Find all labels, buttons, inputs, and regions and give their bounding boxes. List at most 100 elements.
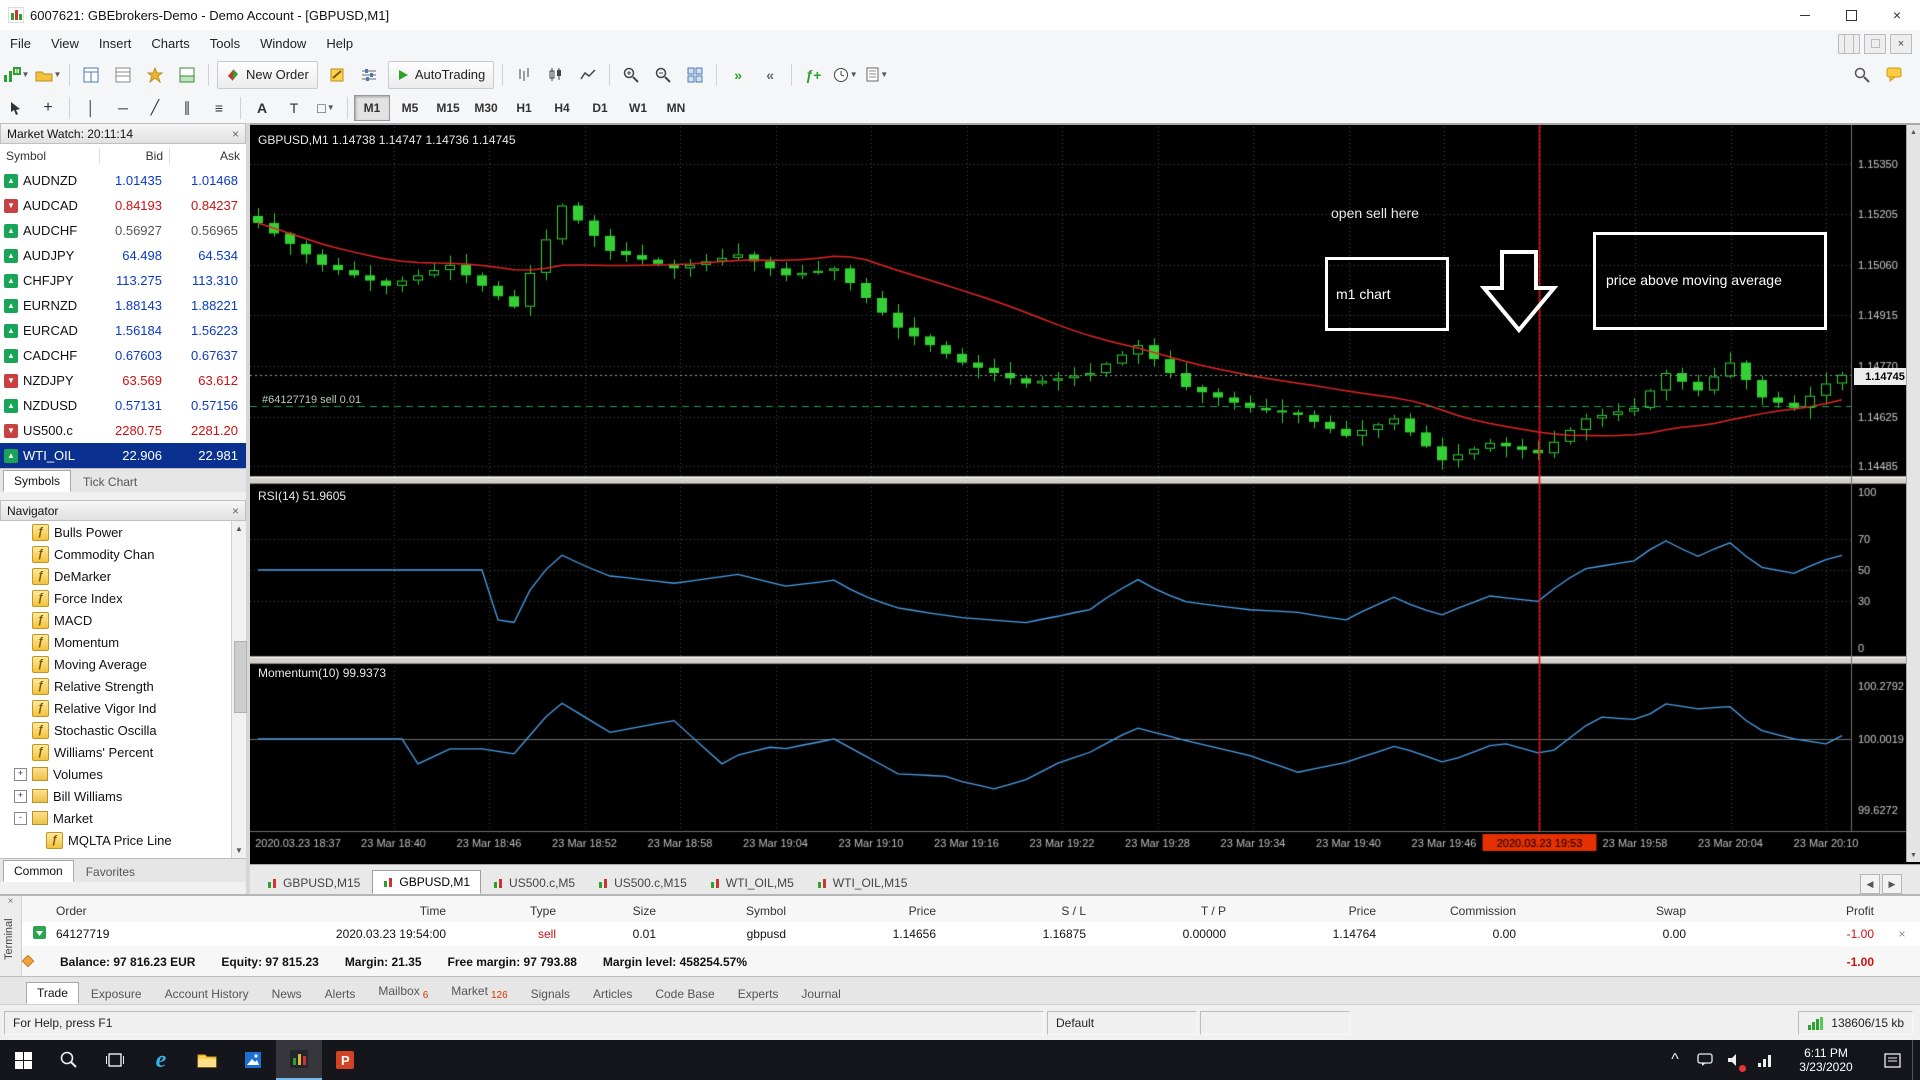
minimize-button[interactable]: [1782, 0, 1828, 30]
task-view-icon[interactable]: [92, 1040, 138, 1080]
arrows-button[interactable]: □ ▼: [311, 94, 341, 122]
tray-chat-icon[interactable]: [1690, 1040, 1720, 1080]
navigator-close-icon[interactable]: ×: [232, 505, 239, 517]
autotrading-button[interactable]: AutoTrading: [387, 60, 495, 89]
terminal-close-icon[interactable]: ×: [0, 896, 21, 907]
taskbar-search-icon[interactable]: [46, 1040, 92, 1080]
timeframe-h1-button[interactable]: H1: [506, 95, 542, 121]
chart-tabs-prev-icon[interactable]: ◀: [1860, 874, 1880, 894]
terminal-tab-experts[interactable]: Experts: [727, 983, 790, 1004]
new-chart-button[interactable]: ▼: [1, 61, 31, 89]
chart-tab-us500-c-m5[interactable]: US500.c,M5: [482, 871, 586, 894]
status-profile[interactable]: Default: [1047, 1010, 1197, 1035]
metaeditor-button[interactable]: [322, 61, 352, 89]
timeframe-m15-button[interactable]: M15: [430, 95, 466, 121]
navigator-item-force-index[interactable]: ƒ Force Index: [0, 587, 246, 609]
navigator-item-bulls-power[interactable]: ƒ Bulls Power: [0, 521, 246, 543]
bar-chart-button[interactable]: [509, 61, 539, 89]
navigator-item-moving-average[interactable]: ƒ Moving Average: [0, 653, 246, 675]
navigator-item-market[interactable]: - Market: [0, 807, 246, 829]
tab-favorites[interactable]: Favorites: [75, 861, 146, 882]
market-watch-row-wti_oil[interactable]: ▲ WTI_OIL 22.906 22.981: [0, 443, 246, 468]
cursor-button[interactable]: [1, 94, 31, 122]
terminal-tab-mailbox[interactable]: Mailbox 6: [367, 980, 439, 1004]
terminal-column-order[interactable]: Order: [56, 904, 206, 918]
chart-shift-button[interactable]: «: [755, 61, 785, 89]
menu-tools[interactable]: Tools: [200, 30, 250, 57]
tray-show-hidden-icons[interactable]: ^: [1660, 1040, 1690, 1080]
navigator-item-demarker[interactable]: ƒ DeMarker: [0, 565, 246, 587]
terminal-tab-trade[interactable]: Trade: [26, 982, 79, 1004]
tile-windows-button[interactable]: [680, 61, 710, 89]
terminal-column-symbol[interactable]: Symbol: [666, 904, 796, 918]
start-button[interactable]: [0, 1040, 46, 1080]
navigator-item-commodity-chan[interactable]: ƒ Commodity Chan: [0, 543, 246, 565]
market-watch-row-audchf[interactable]: ▲ AUDCHF 0.56927 0.56965: [0, 218, 246, 243]
navigator-item-williams-percent[interactable]: ƒ Williams' Percent: [0, 741, 246, 763]
menu-view[interactable]: View: [41, 30, 89, 57]
tray-network-icon[interactable]: [1750, 1040, 1780, 1080]
timeframe-w1-button[interactable]: W1: [620, 95, 656, 121]
navigator-item-mqlta-price-line[interactable]: ƒ MQLTA Price Line: [0, 829, 246, 851]
trendline-button[interactable]: ╱: [140, 94, 170, 122]
data-window-button[interactable]: [108, 61, 138, 89]
market-watch-row-nzdjpy[interactable]: ▼ NZDJPY 63.569 63.612: [0, 368, 246, 393]
fibonacci-button[interactable]: ≡: [204, 94, 234, 122]
terminal-column-price[interactable]: Price: [796, 904, 946, 918]
navigator-item-macd[interactable]: ƒ MACD: [0, 609, 246, 631]
chart-tab-wti-oil-m5[interactable]: WTI_OIL,M5: [699, 871, 805, 894]
show-desktop-button[interactable]: [1912, 1040, 1920, 1080]
candlestick-chart-button[interactable]: [541, 61, 571, 89]
templates-button[interactable]: ▼: [862, 61, 892, 89]
menu-help[interactable]: Help: [316, 30, 363, 57]
chart-tab-gbpusd-m1[interactable]: GBPUSD,M1: [372, 870, 482, 894]
terminal-column-s-l[interactable]: S / L: [946, 904, 1096, 918]
column-bid[interactable]: Bid: [100, 148, 170, 164]
navigator-toggle-button[interactable]: [140, 61, 170, 89]
timeframe-h4-button[interactable]: H4: [544, 95, 580, 121]
mdi-close-button[interactable]: ×: [1890, 33, 1912, 54]
menu-file[interactable]: File: [0, 30, 41, 57]
timeframe-m5-button[interactable]: M5: [392, 95, 428, 121]
text-label-button[interactable]: T: [279, 94, 309, 122]
line-chart-button[interactable]: [573, 61, 603, 89]
channel-button[interactable]: ∥: [172, 94, 202, 122]
terminal-tab-articles[interactable]: Articles: [582, 983, 643, 1004]
zoom-in-button[interactable]: [616, 61, 646, 89]
column-symbol[interactable]: Symbol: [0, 148, 100, 164]
scroll-up-icon[interactable]: ▲: [1907, 125, 1920, 139]
navigator-item-volumes[interactable]: + Volumes: [0, 763, 246, 785]
chart-tab-wti-oil-m15[interactable]: WTI_OIL,M15: [806, 871, 919, 894]
open-order-row[interactable]: 64127719 2020.03.23 19:54:00 sell 0.01 gbpus…: [22, 922, 1920, 946]
profiles-button[interactable]: ▼: [33, 61, 63, 89]
options-button[interactable]: [354, 61, 384, 89]
market-watch-row-eurnzd[interactable]: ▲ EURNZD 1.88143 1.88221: [0, 293, 246, 318]
market-watch-row-nzdusd[interactable]: ▲ NZDUSD 0.57131 0.57156: [0, 393, 246, 418]
maximize-button[interactable]: [1828, 0, 1874, 30]
taskbar-clock[interactable]: 6:11 PM 3/23/2020: [1780, 1046, 1872, 1074]
terminal-toggle-button[interactable]: [172, 61, 202, 89]
scroll-down-icon[interactable]: ▼: [1907, 848, 1920, 862]
market-watch-close-icon[interactable]: ×: [232, 128, 239, 140]
terminal-tab-news[interactable]: News: [261, 983, 313, 1004]
new-order-button[interactable]: New Order: [217, 60, 318, 89]
annotation-m1-chart-box[interactable]: m1 chart: [1325, 257, 1449, 331]
menu-charts[interactable]: Charts: [141, 30, 199, 57]
timeframe-d1-button[interactable]: D1: [582, 95, 618, 121]
column-ask[interactable]: Ask: [170, 148, 246, 164]
navigator-item-stochastic-oscilla[interactable]: ƒ Stochastic Oscilla: [0, 719, 246, 741]
timeframe-m1-button[interactable]: M1: [354, 94, 390, 121]
terminal-tab-journal[interactable]: Journal: [790, 983, 851, 1004]
menu-insert[interactable]: Insert: [89, 30, 142, 57]
tab-common[interactable]: Common: [3, 860, 74, 882]
action-center-icon[interactable]: [1872, 1040, 1912, 1080]
annotation-price-above-ma-box[interactable]: price above moving average: [1593, 232, 1827, 330]
community-chat-icon[interactable]: [1879, 61, 1909, 89]
tray-volume-icon[interactable]: [1720, 1040, 1750, 1080]
tab-symbols[interactable]: Symbols: [3, 470, 72, 492]
terminal-column-time[interactable]: Time: [206, 904, 456, 918]
navigator-scrollbar[interactable]: ▲ ▼: [231, 521, 247, 858]
scroll-up-icon[interactable]: ▲: [232, 521, 246, 536]
terminal-tab-exposure[interactable]: Exposure: [80, 983, 153, 1004]
text-button[interactable]: A: [247, 94, 277, 122]
